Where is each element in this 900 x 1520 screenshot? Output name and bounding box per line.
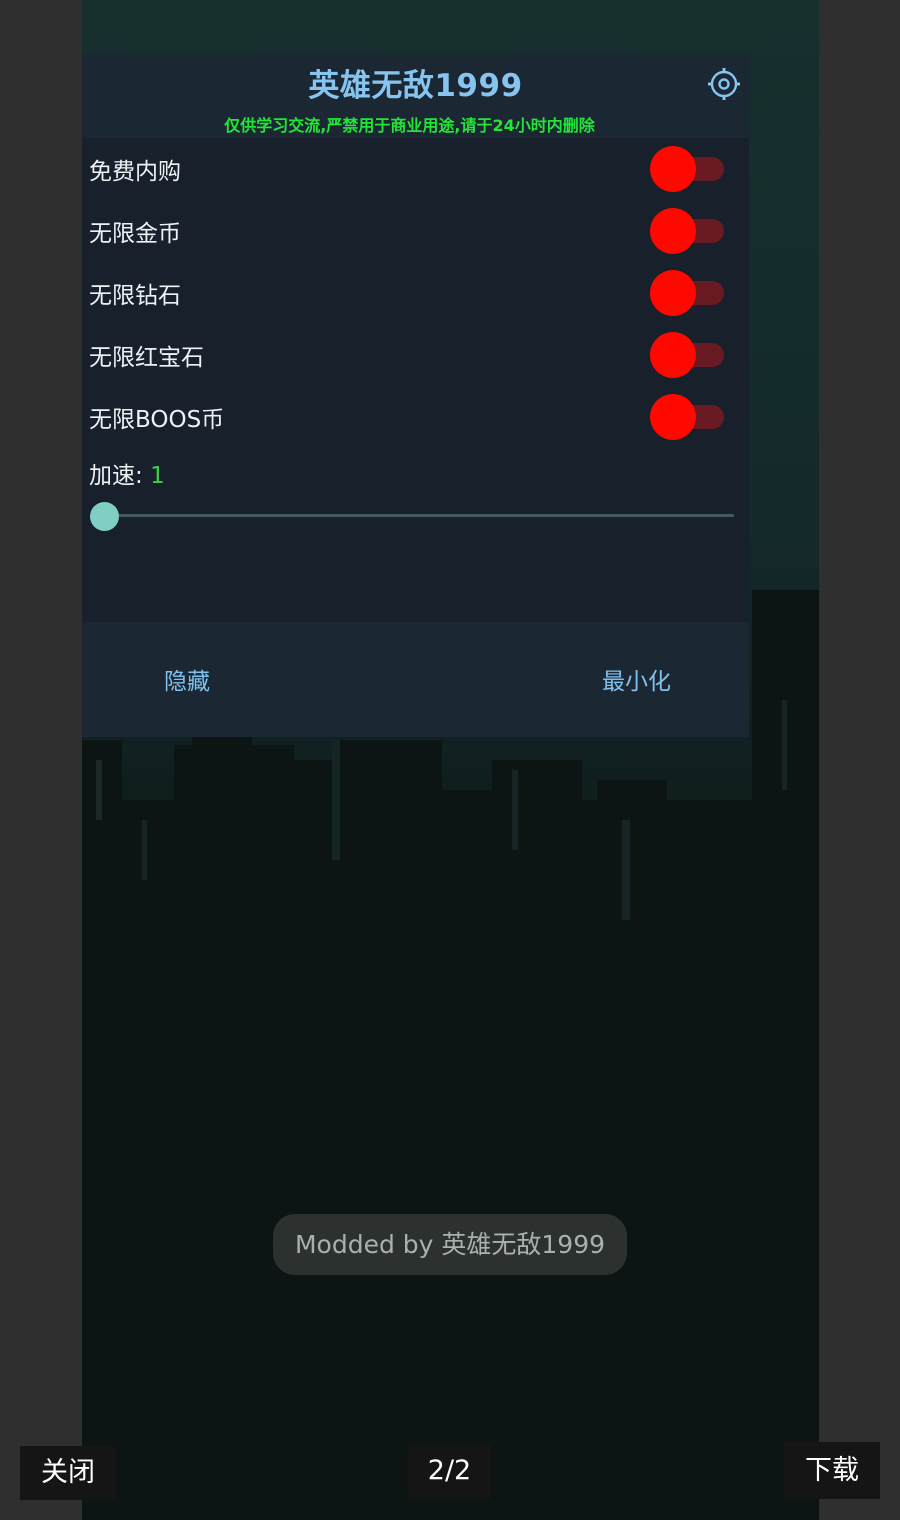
speed-label: 加速: 1: [89, 456, 165, 490]
menu-title: 英雄无敌1999: [308, 68, 523, 104]
option-row-unlimited-diamonds: 无限钻石: [82, 262, 749, 324]
speed-value: 1: [150, 463, 165, 489]
page-counter: 2/2: [408, 1443, 491, 1499]
mod-menu-panel: 英雄无敌1999 仅供学习交流,严禁用于商业用途,请于24小时内删除 免费内购 …: [82, 54, 749, 737]
free-purchase-toggle[interactable]: [650, 146, 730, 192]
modded-by-toast: Modded by 英雄无敌1999: [273, 1214, 627, 1275]
option-label: 无限BOOS币: [89, 407, 225, 433]
option-label: 无限金币: [89, 221, 181, 247]
toggle-knob: [650, 146, 696, 192]
option-row-unlimited-boss-coins: 无限BOOS币: [82, 386, 749, 448]
option-label: 无限红宝石: [89, 345, 204, 371]
menu-disclaimer: 仅供学习交流,严禁用于商业用途,请于24小时内删除: [224, 116, 595, 135]
speed-slider[interactable]: [90, 498, 734, 534]
option-row-free-purchase: 免费内购: [82, 138, 749, 200]
toggle-knob: [650, 270, 696, 316]
unlimited-boss-coins-toggle[interactable]: [650, 394, 730, 440]
toggle-knob: [650, 332, 696, 378]
menu-header: 英雄无敌1999 仅供学习交流,严禁用于商业用途,请于24小时内删除: [82, 54, 749, 138]
slider-rail: [104, 514, 734, 517]
unlimited-gold-toggle[interactable]: [650, 208, 730, 254]
close-button[interactable]: 关闭: [20, 1446, 116, 1500]
minimize-button[interactable]: 最小化: [602, 662, 671, 696]
option-label: 免费内购: [89, 159, 181, 185]
hide-button[interactable]: 隐藏: [164, 662, 210, 696]
screenshot-viewport: 英雄无敌1999 仅供学习交流,严禁用于商业用途,请于24小时内删除 免费内购 …: [82, 0, 819, 1520]
menu-footer: 隐藏 最小化: [82, 622, 749, 737]
toggle-knob: [650, 208, 696, 254]
gear-icon[interactable]: [706, 66, 742, 102]
option-row-unlimited-rubies: 无限红宝石: [82, 324, 749, 386]
unlimited-diamonds-toggle[interactable]: [650, 270, 730, 316]
unlimited-rubies-toggle[interactable]: [650, 332, 730, 378]
toggle-knob: [650, 394, 696, 440]
download-button[interactable]: 下载: [784, 1442, 880, 1499]
option-row-unlimited-gold: 无限金币: [82, 200, 749, 262]
slider-thumb[interactable]: [90, 502, 119, 531]
speed-label-text: 加速:: [89, 463, 151, 489]
option-label: 无限钻石: [89, 283, 181, 309]
